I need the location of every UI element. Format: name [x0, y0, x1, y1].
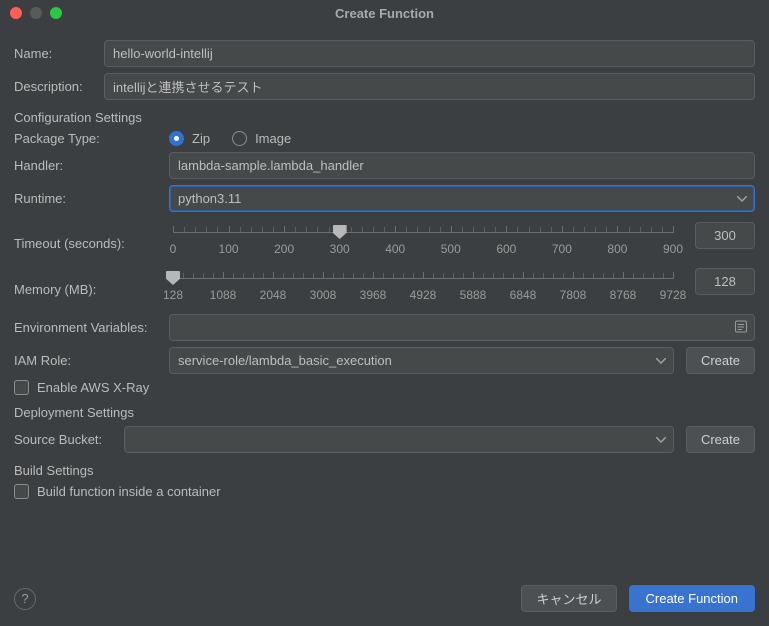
tick-label: 2048: [260, 288, 287, 302]
package-type-image-radio[interactable]: Image: [232, 131, 291, 146]
tick-label: 4928: [410, 288, 437, 302]
cancel-button[interactable]: キャンセル: [521, 585, 616, 612]
build-in-container-label: Build function inside a container: [37, 484, 221, 499]
iamrole-select[interactable]: service-role/lambda_basic_execution: [169, 347, 674, 374]
runtime-select[interactable]: python3.11: [169, 185, 755, 212]
memory-slider[interactable]: 1281088204830083968492858886848780887689…: [169, 268, 677, 304]
tick-label: 1088: [210, 288, 237, 302]
radio-label: Zip: [192, 131, 210, 146]
description-label: Description:: [14, 79, 104, 94]
radio-selected-icon: [169, 131, 184, 146]
iamrole-label: IAM Role:: [14, 353, 169, 368]
tick-label: 500: [441, 242, 461, 256]
description-input[interactable]: [104, 73, 755, 100]
zoom-icon[interactable]: [50, 7, 62, 19]
window-traffic-lights: [10, 7, 62, 19]
timeout-slider[interactable]: 0100200300400500600700800900: [169, 222, 677, 258]
build-in-container-checkbox[interactable]: Build function inside a container: [14, 484, 221, 499]
tick-label: 700: [552, 242, 572, 256]
window-title: Create Function: [335, 6, 434, 21]
memory-value-input[interactable]: [695, 268, 755, 295]
tick-label: 8768: [610, 288, 637, 302]
package-type-radiogroup: Zip Image: [169, 131, 291, 146]
runtime-label: Runtime:: [14, 191, 169, 206]
envvars-input[interactable]: [169, 314, 755, 341]
expand-editor-icon[interactable]: [734, 319, 748, 336]
config-section-title: Configuration Settings: [14, 110, 755, 125]
tick-label: 600: [496, 242, 516, 256]
tick-label: 800: [607, 242, 627, 256]
build-section-title: Build Settings: [14, 463, 755, 478]
handler-label: Handler:: [14, 158, 169, 173]
tick-label: 128: [163, 288, 183, 302]
checkbox-icon: [14, 380, 29, 395]
tick-label: 3008: [310, 288, 337, 302]
tick-label: 200: [274, 242, 294, 256]
timeout-value-input[interactable]: [695, 222, 755, 249]
envvars-label: Environment Variables:: [14, 320, 169, 335]
tick-label: 300: [330, 242, 350, 256]
timeout-label: Timeout (seconds):: [14, 222, 169, 251]
tick-label: 7808: [560, 288, 587, 302]
xray-checkbox[interactable]: Enable AWS X-Ray: [14, 380, 149, 395]
tick-label: 400: [385, 242, 405, 256]
tick-label: 0: [170, 242, 177, 256]
checkbox-icon: [14, 484, 29, 499]
tick-label: 3968: [360, 288, 387, 302]
close-icon[interactable]: [10, 7, 22, 19]
help-button[interactable]: ?: [14, 588, 36, 610]
source-bucket-select[interactable]: [124, 426, 674, 453]
minimize-icon[interactable]: [30, 7, 42, 19]
deployment-section-title: Deployment Settings: [14, 405, 755, 420]
tick-label: 6848: [510, 288, 537, 302]
tick-label: 900: [663, 242, 683, 256]
footer: ? キャンセル Create Function: [0, 575, 769, 626]
radio-unselected-icon: [232, 131, 247, 146]
name-label: Name:: [14, 46, 104, 61]
iamrole-create-button[interactable]: Create: [686, 347, 755, 374]
titlebar: Create Function: [0, 0, 769, 28]
tick-label: 9728: [660, 288, 687, 302]
tick-label: 100: [219, 242, 239, 256]
tick-label: 5888: [460, 288, 487, 302]
source-bucket-label: Source Bucket:: [14, 432, 124, 447]
xray-label: Enable AWS X-Ray: [37, 380, 149, 395]
radio-label: Image: [255, 131, 291, 146]
create-function-button[interactable]: Create Function: [629, 585, 756, 612]
handler-input[interactable]: [169, 152, 755, 179]
package-type-zip-radio[interactable]: Zip: [169, 131, 210, 146]
package-type-label: Package Type:: [14, 131, 169, 146]
memory-label: Memory (MB):: [14, 268, 169, 297]
source-bucket-create-button[interactable]: Create: [686, 426, 755, 453]
name-input[interactable]: [104, 40, 755, 67]
